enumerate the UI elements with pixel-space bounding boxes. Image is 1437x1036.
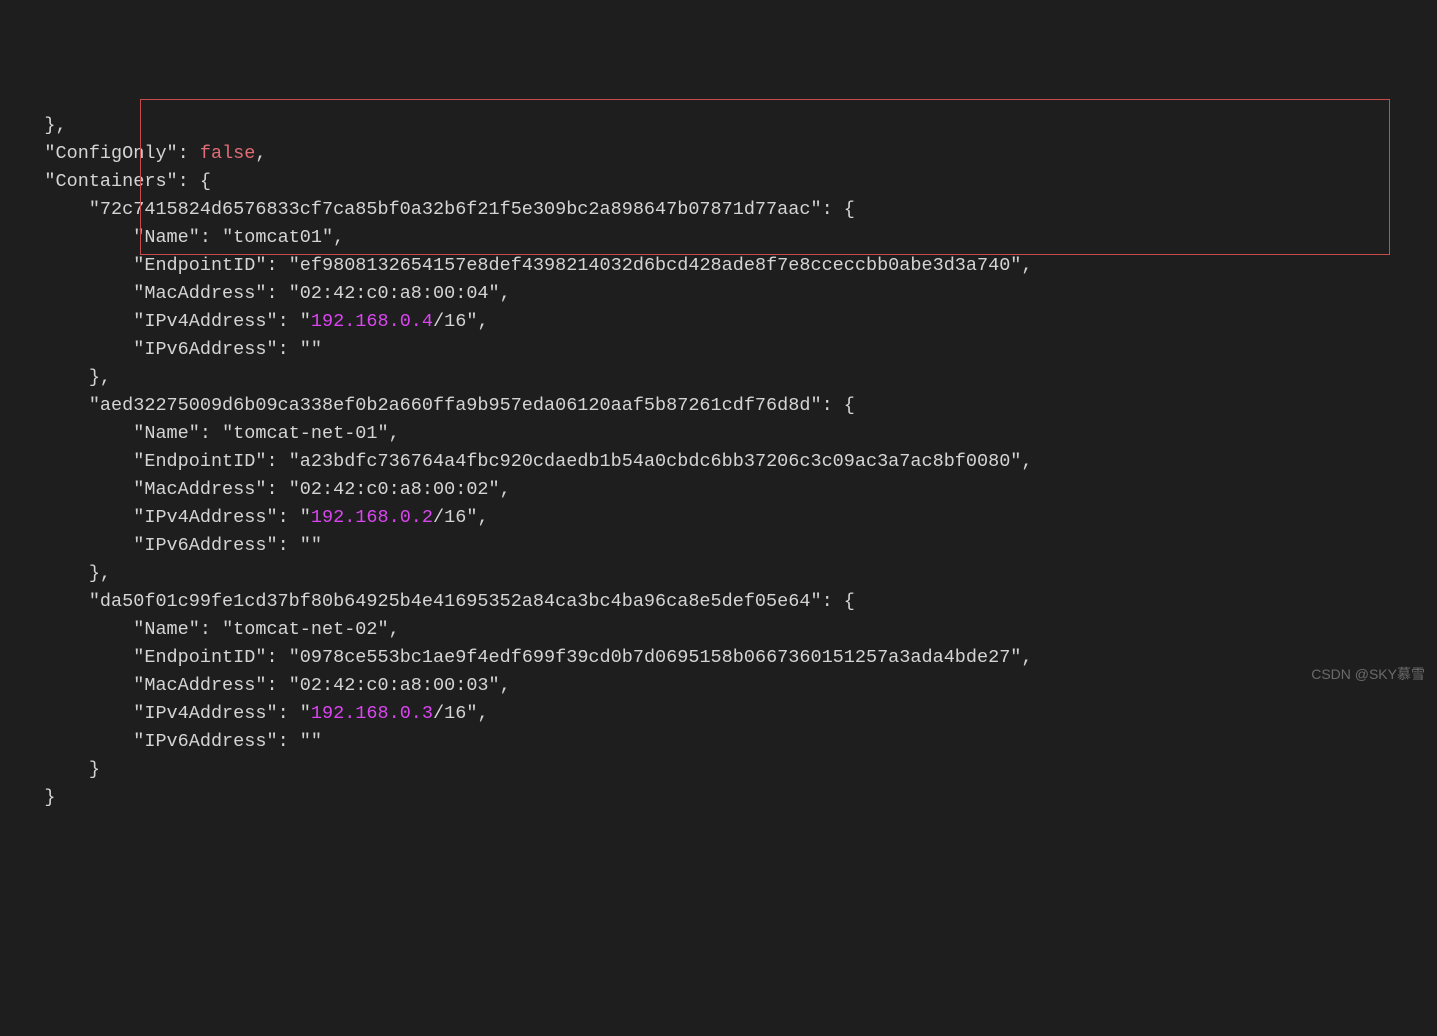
c1-mac-val: "02:42:c0:a8:00:04" [289, 283, 500, 304]
c3-ipv6-key: "IPv6Address" [133, 731, 277, 752]
brace: }, [44, 115, 66, 136]
c2-endpoint-key: "EndpointID" [133, 451, 266, 472]
c3-name-key: "Name" [133, 619, 200, 640]
c2-ipv6-key: "IPv6Address" [133, 535, 277, 556]
c2-name-val: "tomcat-net-01" [222, 423, 389, 444]
c1-ipv4-post: /16" [433, 311, 477, 332]
key-containers: "Containers" [44, 171, 177, 192]
c3-endpoint-val: "0978ce553bc1ae9f4edf699f39cd0b7d0695158… [289, 647, 1022, 668]
key-configonly: "ConfigOnly" [44, 143, 177, 164]
c2-endpoint-val: "a23bdfc736764a4fbc920cdaedb1b54a0cbdc6b… [289, 451, 1022, 472]
c1-ipv4-ip: 192.168.0.4 [311, 311, 433, 332]
c1-endpoint-key: "EndpointID" [133, 255, 266, 276]
container3-id: "da50f01c99fe1cd37bf80b64925b4e41695352a… [89, 591, 822, 612]
c2-ipv6-val: "" [300, 535, 322, 556]
c2-ipv4-pre: " [300, 507, 311, 528]
c3-ipv4-key: "IPv4Address" [133, 703, 277, 724]
c1-ipv4-pre: " [300, 311, 311, 332]
c3-ipv6-val: "" [300, 731, 322, 752]
brace-close: }, [89, 367, 111, 388]
c1-ipv6-key: "IPv6Address" [133, 339, 277, 360]
c1-name-val: "tomcat01" [222, 227, 333, 248]
watermark-text: CSDN @SKY慕雪 [1311, 660, 1425, 688]
c1-ipv6-val: "" [300, 339, 322, 360]
c2-ipv4-key: "IPv4Address" [133, 507, 277, 528]
brace-close: }, [89, 563, 111, 584]
c2-ipv4-ip: 192.168.0.2 [311, 507, 433, 528]
brace-close: } [44, 787, 55, 808]
container2-id: "aed32275009d6b09ca338ef0b2a660ffa9b957e… [89, 395, 822, 416]
brace-close: } [89, 759, 100, 780]
c2-name-key: "Name" [133, 423, 200, 444]
c3-mac-key: "MacAddress" [133, 675, 266, 696]
container1-id: "72c7415824d6576833cf7ca85bf0a32b6f21f5e… [89, 199, 822, 220]
c3-name-val: "tomcat-net-02" [222, 619, 389, 640]
c2-mac-val: "02:42:c0:a8:00:02" [289, 479, 500, 500]
c2-ipv4-post: /16" [433, 507, 477, 528]
json-code-block: }, "ConfigOnly": false, "Containers": { … [0, 112, 1437, 812]
c1-ipv4-key: "IPv4Address" [133, 311, 277, 332]
c3-ipv4-post: /16" [433, 703, 477, 724]
c1-mac-key: "MacAddress" [133, 283, 266, 304]
c3-ipv4-pre: " [300, 703, 311, 724]
c3-ipv4-ip: 192.168.0.3 [311, 703, 433, 724]
c1-endpoint-val: "ef9808132654157e8def4398214032d6bcd428a… [289, 255, 1022, 276]
c1-name-key: "Name" [133, 227, 200, 248]
value-false: false [200, 143, 256, 164]
c3-endpoint-key: "EndpointID" [133, 647, 266, 668]
c3-mac-val: "02:42:c0:a8:00:03" [289, 675, 500, 696]
c2-mac-key: "MacAddress" [133, 479, 266, 500]
